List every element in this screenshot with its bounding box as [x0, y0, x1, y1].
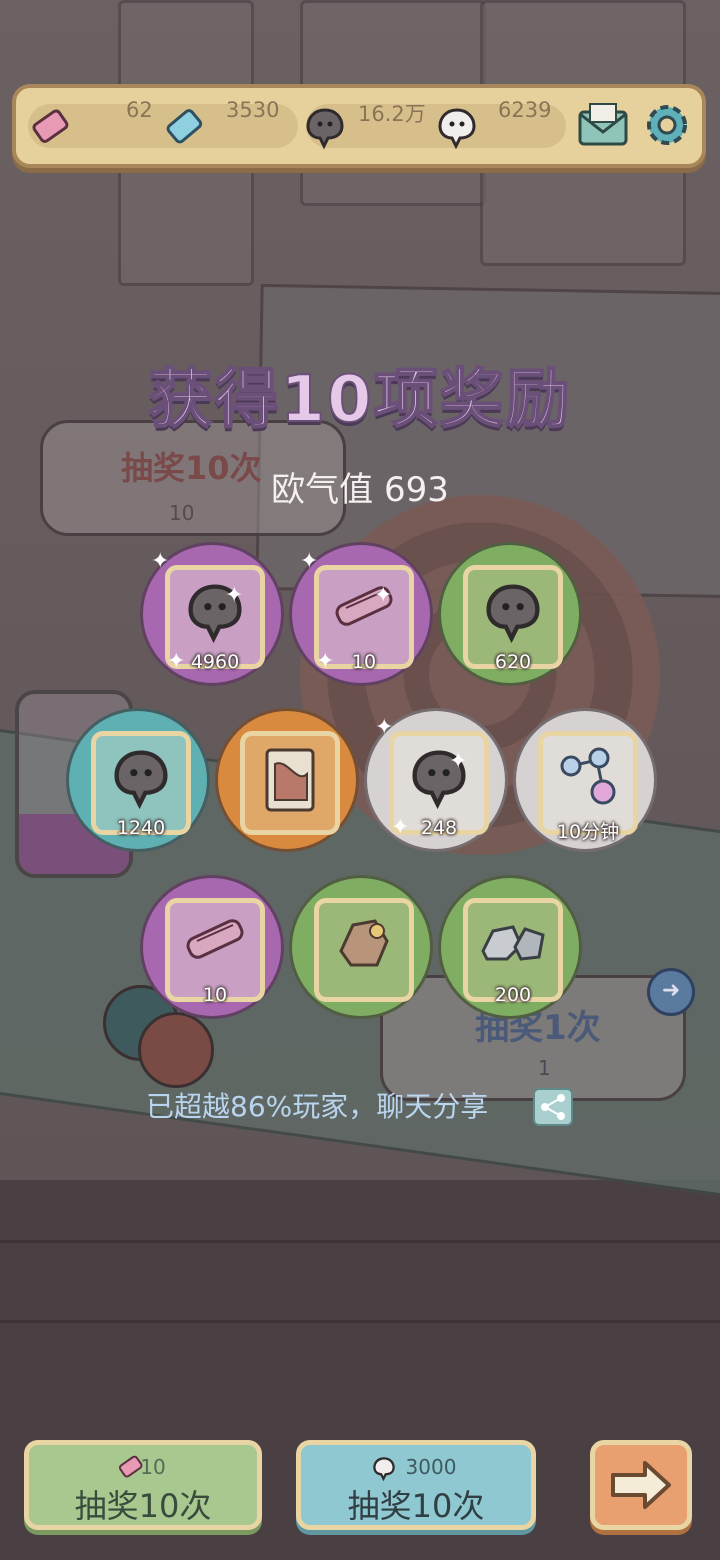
floor-line [0, 1320, 720, 1323]
ghost-icon [468, 578, 558, 648]
mail-icon[interactable] [576, 100, 630, 150]
gear-icon[interactable] [640, 98, 694, 152]
reward-item[interactable]: 248 ✦ ✦ ✦ [364, 708, 508, 852]
reward-item[interactable] [289, 875, 433, 1019]
sparkle-icon: ✦ [300, 549, 319, 574]
draw10-ticket-label: 抽奖10次 [74, 1487, 212, 1525]
next-button[interactable] [590, 1440, 692, 1530]
arrow-right-icon [611, 1461, 671, 1509]
reward-quantity: 200 [494, 984, 532, 1006]
reward-item[interactable]: 4960 ✦ ✦ ✦ [140, 542, 284, 686]
arrow-right-icon[interactable]: ➜ [647, 968, 695, 1016]
reward-item[interactable]: 10 ✦ ✦ ✦ [289, 542, 433, 686]
ball-decoration [138, 1012, 214, 1088]
sparkle-icon: ✦ [449, 749, 468, 774]
sparkle-icon: ✦ [151, 549, 170, 574]
pink-ticket-icon [32, 109, 69, 143]
reward-quantity: 10 [351, 651, 377, 673]
reward-item[interactable]: 10分钟 [513, 708, 657, 852]
gray-ghost-icon [306, 108, 344, 150]
share-icon[interactable] [533, 1088, 573, 1126]
white-ghost-icon [438, 108, 476, 150]
reward-quantity: 10 [202, 984, 228, 1006]
draw10-ghost-cost: 3000 [405, 1455, 457, 1479]
reward-quantity: 248 [420, 817, 458, 839]
resource-value-gray-ghost: 16.2万 [358, 102, 426, 126]
reward-quantity: 4960 [190, 651, 240, 673]
draw10-ticket-button[interactable]: 10 抽奖10次 [24, 1440, 262, 1530]
ore-icon [319, 911, 409, 981]
reward-quantity: 620 [494, 651, 532, 673]
draw10-ghost-button[interactable]: 3000 抽奖10次 [296, 1440, 536, 1530]
blue-ticket-icon [166, 109, 203, 144]
reward-item[interactable]: 10 [140, 875, 284, 1019]
reward-quantity: 10分钟 [556, 821, 620, 843]
molecule-icon [543, 744, 633, 814]
scroll-icon [170, 911, 260, 971]
draw1-panel-cost: 1 [538, 1056, 551, 1080]
sparkle-icon: ✦ [225, 583, 244, 608]
resource-bar: 62 3530 16.2万 6239 [12, 84, 706, 168]
stone-icon [468, 911, 558, 971]
reward-item[interactable]: 620 [438, 542, 582, 686]
reward-item[interactable] [215, 708, 359, 852]
sparkle-icon: ✦ [316, 649, 335, 674]
resource-value-blue-ticket: 3530 [226, 98, 280, 122]
reward-card [240, 731, 340, 835]
ghost-icon [96, 744, 186, 814]
draw10-ghost-label: 抽奖10次 [347, 1487, 485, 1525]
rank-share-text[interactable]: 已超越86%玩家，聊天分享 [146, 1085, 488, 1125]
reward-quantity: 1240 [116, 817, 166, 839]
sparkle-icon: ✦ [375, 715, 394, 740]
floor-line [0, 1240, 720, 1243]
resource-value-white-ghost: 6239 [498, 98, 552, 122]
resource-value-pink-ticket: 62 [126, 98, 153, 122]
scroll-icon [319, 578, 409, 638]
sparkle-icon: ✦ [391, 815, 410, 840]
sparkle-icon: ✦ [374, 583, 393, 608]
reward-card [314, 898, 414, 1002]
ghost-icon [170, 578, 260, 648]
ghost-icon [394, 744, 484, 814]
sparkle-icon: ✦ [167, 649, 186, 674]
reward-item[interactable]: 200 [438, 875, 582, 1019]
reward-item[interactable]: 1240 [66, 708, 210, 852]
reward-title: 获得10项奖励 [147, 362, 572, 438]
book-icon [245, 744, 335, 820]
luck-value: 欧气值 693 [271, 470, 449, 510]
draw10-ticket-cost: 10 [140, 1455, 166, 1479]
